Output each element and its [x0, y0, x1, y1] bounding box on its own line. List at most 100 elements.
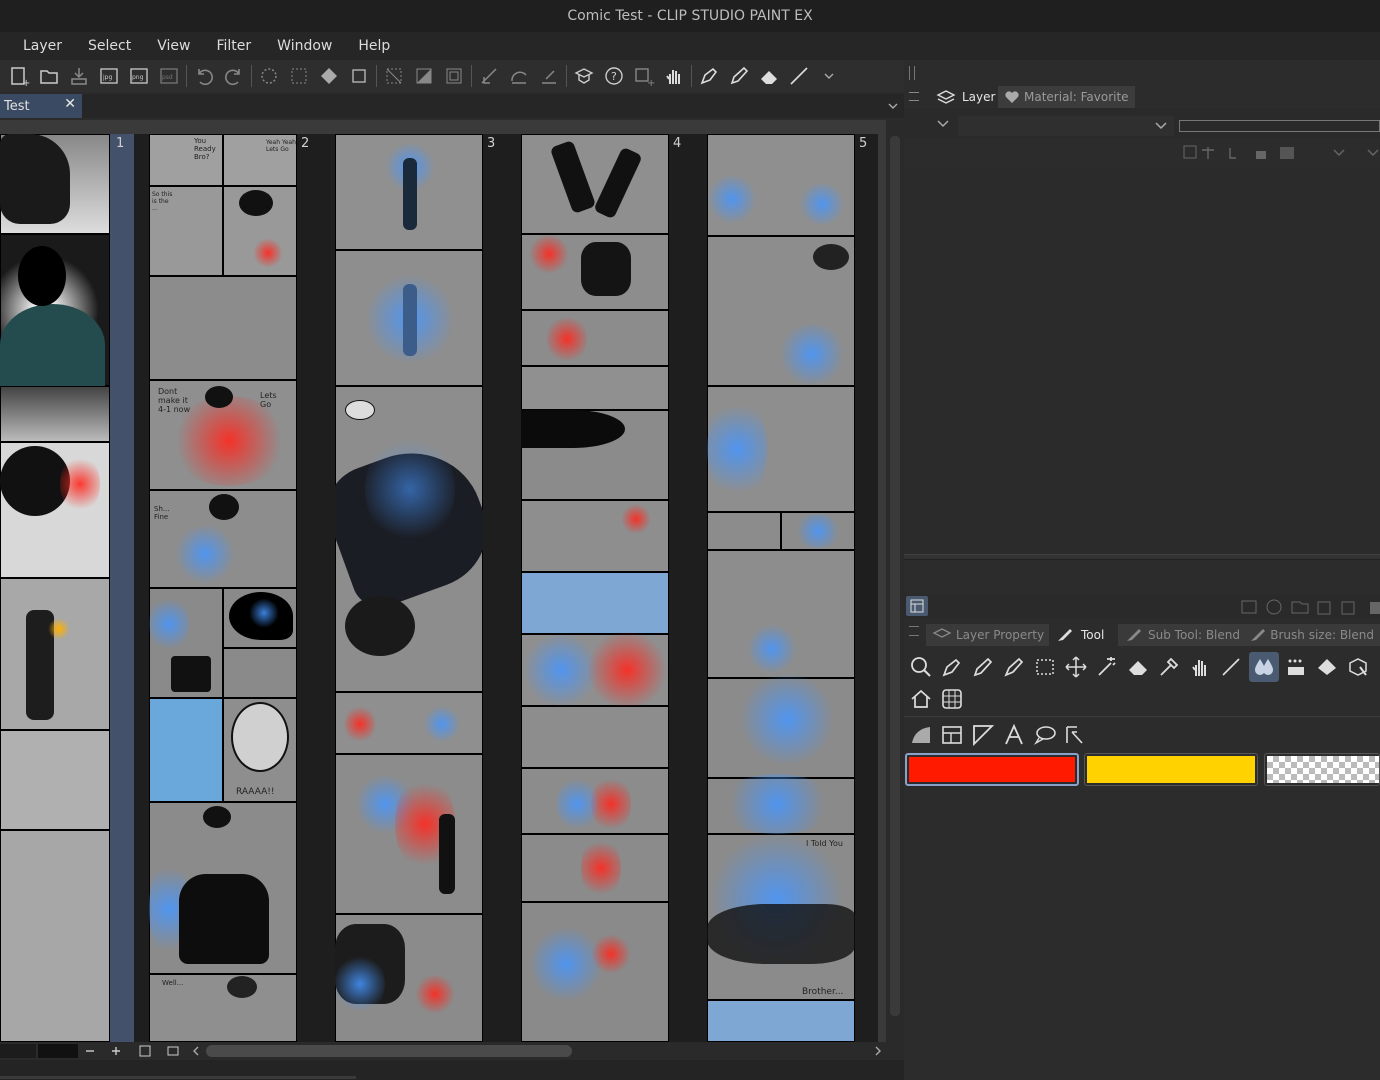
rotate-icon[interactable]	[166, 1044, 180, 1058]
panel-menu-icon[interactable]	[906, 596, 928, 616]
fill-tool-icon[interactable]	[1312, 652, 1342, 682]
fit-view-icon[interactable]	[138, 1044, 152, 1058]
menu-help[interactable]: Help	[358, 38, 390, 54]
vertical-scrollbar[interactable]	[886, 120, 904, 1042]
object-tool-icon[interactable]	[1343, 652, 1373, 682]
save-icon[interactable]	[64, 61, 94, 91]
menu-select[interactable]: Select	[88, 38, 131, 54]
move-tool-icon[interactable]	[1061, 652, 1091, 682]
page-1-strip	[110, 134, 134, 1042]
open-folder-icon[interactable]	[34, 61, 64, 91]
frame-tool-icon[interactable]	[937, 720, 967, 750]
tab-layer[interactable]: Layer	[930, 86, 1002, 108]
tab-layer-property[interactable]: Layer Property	[926, 624, 1051, 646]
ruler-icon[interactable]	[474, 61, 504, 91]
pen-tool-icon[interactable]	[937, 652, 967, 682]
hand-icon[interactable]	[659, 61, 689, 91]
menu-filter[interactable]: Filter	[216, 38, 251, 54]
help-icon[interactable]: ?	[599, 61, 629, 91]
gradient-tool-icon[interactable]	[906, 720, 936, 750]
balloon-tool-icon[interactable]	[1030, 720, 1060, 750]
document-tab[interactable]: Test ✕	[0, 94, 82, 118]
panel-grip-icon[interactable]	[909, 92, 919, 101]
comic-panel	[707, 1000, 855, 1042]
swatch-transparent-color[interactable]	[1264, 753, 1380, 786]
page-1[interactable]	[0, 134, 110, 1042]
perspective-tool-icon[interactable]	[937, 684, 967, 714]
home-tool-icon[interactable]	[906, 684, 936, 714]
tone-tool-icon[interactable]	[1281, 652, 1311, 682]
page-5[interactable]: I Told You Brother...	[707, 134, 855, 1042]
scroll-right-icon[interactable]	[872, 1045, 884, 1057]
dock-grip[interactable]	[909, 66, 915, 80]
tab-material-favorite[interactable]: Material: Favorite	[998, 86, 1135, 108]
page-4[interactable]	[521, 134, 669, 1042]
export-psd-icon[interactable]: psd	[154, 61, 184, 91]
tool-panel-actions[interactable]	[1240, 598, 1380, 616]
text-tool-icon[interactable]	[999, 720, 1029, 750]
undo-icon[interactable]	[189, 61, 219, 91]
layer-lock-icons[interactable]	[1182, 144, 1380, 162]
blend-tool-icon[interactable]	[1249, 652, 1279, 682]
redo-icon[interactable]	[219, 61, 249, 91]
zoom-out-icon[interactable]	[84, 1045, 96, 1057]
canvas-area[interactable]: 1 You Ready Bro? Yeah Yeah Lets Go So th…	[0, 120, 904, 1042]
horizontal-scroll-thumb[interactable]	[206, 1045, 572, 1057]
clear-icon[interactable]	[254, 61, 284, 91]
export-jpg-icon[interactable]: jpg	[94, 61, 124, 91]
close-tab-icon[interactable]: ✕	[64, 96, 76, 112]
export-png-icon[interactable]: png	[124, 61, 154, 91]
rotation-field[interactable]	[38, 1044, 78, 1058]
vertical-scroll-thumb[interactable]	[890, 136, 900, 1016]
blend-mode-dropdown-icon[interactable]	[1154, 120, 1168, 132]
deselect-icon[interactable]	[379, 61, 409, 91]
pencil-tool-icon[interactable]	[968, 652, 998, 682]
swatch-sub-color[interactable]	[1084, 753, 1258, 786]
snap-ruler-icon[interactable]	[504, 61, 534, 91]
expand-selection-icon[interactable]	[439, 61, 469, 91]
selection-tool-icon[interactable]	[1030, 652, 1060, 682]
opacity-slider[interactable]	[1179, 120, 1380, 132]
eraser-tool-icon[interactable]	[1123, 652, 1153, 682]
brush-tool-icon[interactable]	[999, 652, 1029, 682]
menu-layer[interactable]: Layer	[23, 38, 62, 54]
scroll-left-icon[interactable]	[190, 1045, 202, 1057]
panel-resize-handle[interactable]	[904, 554, 1380, 560]
toolbar-overflow-icon[interactable]	[814, 61, 844, 91]
pencil-icon[interactable]	[724, 61, 754, 91]
tab-list-icon[interactable]	[887, 100, 899, 112]
eyedropper-icon[interactable]	[1154, 652, 1184, 682]
learn-icon[interactable]	[569, 61, 599, 91]
tab-tool[interactable]: Tool	[1049, 624, 1111, 646]
clear-outside-icon[interactable]	[284, 61, 314, 91]
zoom-tool-icon[interactable]	[906, 652, 936, 682]
line-tool-icon[interactable]	[1216, 652, 1246, 682]
magic-wand-icon[interactable]	[1092, 652, 1122, 682]
snap-special-ruler-icon[interactable]	[534, 61, 564, 91]
zoom-field[interactable]	[0, 1044, 36, 1058]
layer-list[interactable]	[904, 168, 1380, 556]
page-3[interactable]	[335, 134, 483, 1042]
pen-icon[interactable]	[694, 61, 724, 91]
horizontal-scrollbar[interactable]	[0, 1042, 904, 1060]
eraser-icon[interactable]	[754, 61, 784, 91]
tab-sub-tool-blend[interactable]: Sub Tool: Blend	[1118, 624, 1246, 646]
tab-brush-size-blend[interactable]: Brush size: Blend	[1242, 624, 1380, 646]
fill-icon[interactable]	[314, 61, 344, 91]
correct-line-tool-icon[interactable]	[1061, 720, 1091, 750]
comic-panel: You Ready Bro?	[149, 134, 223, 186]
transform-icon[interactable]	[344, 61, 374, 91]
zoom-in-icon[interactable]	[110, 1045, 122, 1057]
blend-mode-select[interactable]	[958, 116, 1174, 136]
new-file-icon[interactable]: +	[4, 61, 34, 91]
hand-tool-icon[interactable]	[1185, 652, 1215, 682]
ruler-tool-icon[interactable]	[968, 720, 998, 750]
menu-window[interactable]: Window	[277, 38, 332, 54]
page-2[interactable]: You Ready Bro? Yeah Yeah Lets Go So this…	[149, 134, 297, 1042]
invert-selection-icon[interactable]	[409, 61, 439, 91]
menu-view[interactable]: View	[157, 38, 190, 54]
add-material-icon[interactable]: +	[629, 61, 659, 91]
line-icon[interactable]	[784, 61, 814, 91]
blend-mode-chevron-icon[interactable]	[936, 118, 950, 130]
swatch-main-color[interactable]	[905, 753, 1079, 786]
